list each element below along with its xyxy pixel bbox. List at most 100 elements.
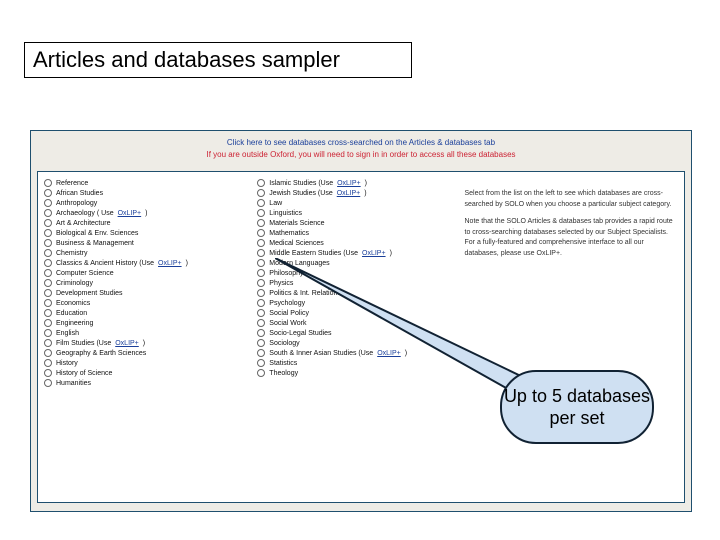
radio-icon[interactable] bbox=[44, 279, 52, 287]
subject-row[interactable]: Sociology bbox=[257, 338, 452, 348]
radio-icon[interactable] bbox=[257, 359, 265, 367]
radio-icon[interactable] bbox=[44, 199, 52, 207]
radio-icon[interactable] bbox=[44, 209, 52, 217]
info-paragraph-2: Note that the SOLO Articles & databases … bbox=[465, 217, 679, 259]
panel-header-links: Click here to see databases cross-search… bbox=[31, 131, 691, 169]
radio-icon[interactable] bbox=[257, 199, 265, 207]
subject-row[interactable]: Theology bbox=[257, 368, 452, 378]
subject-row[interactable]: Mathematics bbox=[257, 228, 452, 238]
radio-icon[interactable] bbox=[44, 179, 52, 187]
oxlip-link[interactable]: OxLIP+ bbox=[115, 340, 139, 347]
radio-icon[interactable] bbox=[44, 319, 52, 327]
radio-icon[interactable] bbox=[44, 329, 52, 337]
subject-row[interactable]: Film Studies (Use OxLIP+) bbox=[44, 338, 245, 348]
radio-icon[interactable] bbox=[44, 249, 52, 257]
subject-label: Reference bbox=[56, 180, 88, 187]
subject-row[interactable]: Medical Sciences bbox=[257, 238, 452, 248]
subject-row[interactable]: Modern Languages bbox=[257, 258, 452, 268]
subject-label: Medical Sciences bbox=[269, 240, 323, 247]
subject-row[interactable]: Statistics bbox=[257, 358, 452, 368]
subject-row[interactable]: Education bbox=[44, 308, 245, 318]
subject-label: Law bbox=[269, 200, 282, 207]
radio-icon[interactable] bbox=[257, 349, 265, 357]
radio-icon[interactable] bbox=[257, 329, 265, 337]
radio-icon[interactable] bbox=[257, 239, 265, 247]
radio-icon[interactable] bbox=[257, 219, 265, 227]
subject-row[interactable]: Jewish Studies (Use OxLIP+) bbox=[257, 188, 452, 198]
subject-row[interactable]: Physics bbox=[257, 278, 452, 288]
subject-row[interactable]: Linguistics bbox=[257, 208, 452, 218]
subject-row[interactable]: Engineering bbox=[44, 318, 245, 328]
radio-icon[interactable] bbox=[257, 299, 265, 307]
radio-icon[interactable] bbox=[257, 289, 265, 297]
radio-icon[interactable] bbox=[44, 289, 52, 297]
subject-row[interactable]: Computer Science bbox=[44, 268, 245, 278]
radio-icon[interactable] bbox=[44, 219, 52, 227]
radio-icon[interactable] bbox=[44, 299, 52, 307]
radio-icon[interactable] bbox=[257, 179, 265, 187]
radio-icon[interactable] bbox=[257, 249, 265, 257]
subject-row[interactable]: Social Work bbox=[257, 318, 452, 328]
subject-row[interactable]: History bbox=[44, 358, 245, 368]
subject-row[interactable]: Reference bbox=[44, 178, 245, 188]
radio-icon[interactable] bbox=[257, 339, 265, 347]
radio-icon[interactable] bbox=[257, 369, 265, 377]
oxlip-link[interactable]: OxLIP+ bbox=[362, 250, 386, 257]
subject-row[interactable]: South & Inner Asian Studies (Use OxLIP+) bbox=[257, 348, 452, 358]
subject-row[interactable]: Biological & Env. Sciences bbox=[44, 228, 245, 238]
radio-icon[interactable] bbox=[257, 229, 265, 237]
radio-icon[interactable] bbox=[44, 369, 52, 377]
subject-row[interactable]: English bbox=[44, 328, 245, 338]
radio-icon[interactable] bbox=[257, 189, 265, 197]
subject-row[interactable]: Chemistry bbox=[44, 248, 245, 258]
subject-label: Economics bbox=[56, 300, 90, 307]
radio-icon[interactable] bbox=[44, 189, 52, 197]
subject-row[interactable]: Geography & Earth Sciences bbox=[44, 348, 245, 358]
oxlip-link[interactable]: OxLIP+ bbox=[158, 260, 182, 267]
subject-row[interactable]: Middle Eastern Studies (Use OxLIP+) bbox=[257, 248, 452, 258]
oxlip-link[interactable]: OxLIP+ bbox=[118, 210, 142, 217]
subject-row[interactable]: Art & Architecture bbox=[44, 218, 245, 228]
subject-row[interactable]: Business & Management bbox=[44, 238, 245, 248]
radio-icon[interactable] bbox=[44, 239, 52, 247]
header-link-1[interactable]: Click here to see databases cross-search… bbox=[41, 137, 681, 149]
radio-icon[interactable] bbox=[44, 269, 52, 277]
radio-icon[interactable] bbox=[257, 279, 265, 287]
radio-icon[interactable] bbox=[44, 349, 52, 357]
panel-body: ReferenceAfrican StudiesAnthropologyArch… bbox=[37, 171, 685, 503]
radio-icon[interactable] bbox=[257, 209, 265, 217]
radio-icon[interactable] bbox=[44, 259, 52, 267]
subject-row[interactable]: Anthropology bbox=[44, 198, 245, 208]
radio-icon[interactable] bbox=[257, 309, 265, 317]
radio-icon[interactable] bbox=[257, 319, 265, 327]
subject-row[interactable]: Socio-Legal Studies bbox=[257, 328, 452, 338]
subject-row[interactable]: Law bbox=[257, 198, 452, 208]
radio-icon[interactable] bbox=[257, 269, 265, 277]
radio-icon[interactable] bbox=[44, 339, 52, 347]
subject-row[interactable]: Economics bbox=[44, 298, 245, 308]
oxlip-link[interactable]: OxLIP+ bbox=[337, 180, 361, 187]
subject-row[interactable]: African Studies bbox=[44, 188, 245, 198]
subject-label: Computer Science bbox=[56, 270, 114, 277]
subject-row[interactable]: History of Science bbox=[44, 368, 245, 378]
subject-row[interactable]: Politics & Int. Relations bbox=[257, 288, 452, 298]
radio-icon[interactable] bbox=[44, 229, 52, 237]
oxlip-link[interactable]: OxLIP+ bbox=[377, 350, 401, 357]
oxlip-link[interactable]: OxLIP+ bbox=[337, 190, 361, 197]
header-link-2[interactable]: If you are outside Oxford, you will need… bbox=[41, 149, 681, 161]
radio-icon[interactable] bbox=[44, 379, 52, 387]
subject-row[interactable]: Islamic Studies (Use OxLIP+) bbox=[257, 178, 452, 188]
subject-row[interactable]: Psychology bbox=[257, 298, 452, 308]
radio-icon[interactable] bbox=[44, 309, 52, 317]
subject-row[interactable]: Classics & Ancient History (Use OxLIP+) bbox=[44, 258, 245, 268]
subject-row[interactable]: Social Policy bbox=[257, 308, 452, 318]
subject-label: Art & Architecture bbox=[56, 220, 110, 227]
subject-row[interactable]: Humanities bbox=[44, 378, 245, 388]
subject-row[interactable]: Philosophy bbox=[257, 268, 452, 278]
radio-icon[interactable] bbox=[44, 359, 52, 367]
subject-row[interactable]: Development Studies bbox=[44, 288, 245, 298]
subject-row[interactable]: Materials Science bbox=[257, 218, 452, 228]
subject-row[interactable]: Archaeology ( Use OxLIP+) bbox=[44, 208, 245, 218]
subject-row[interactable]: Criminology bbox=[44, 278, 245, 288]
radio-icon[interactable] bbox=[257, 259, 265, 267]
